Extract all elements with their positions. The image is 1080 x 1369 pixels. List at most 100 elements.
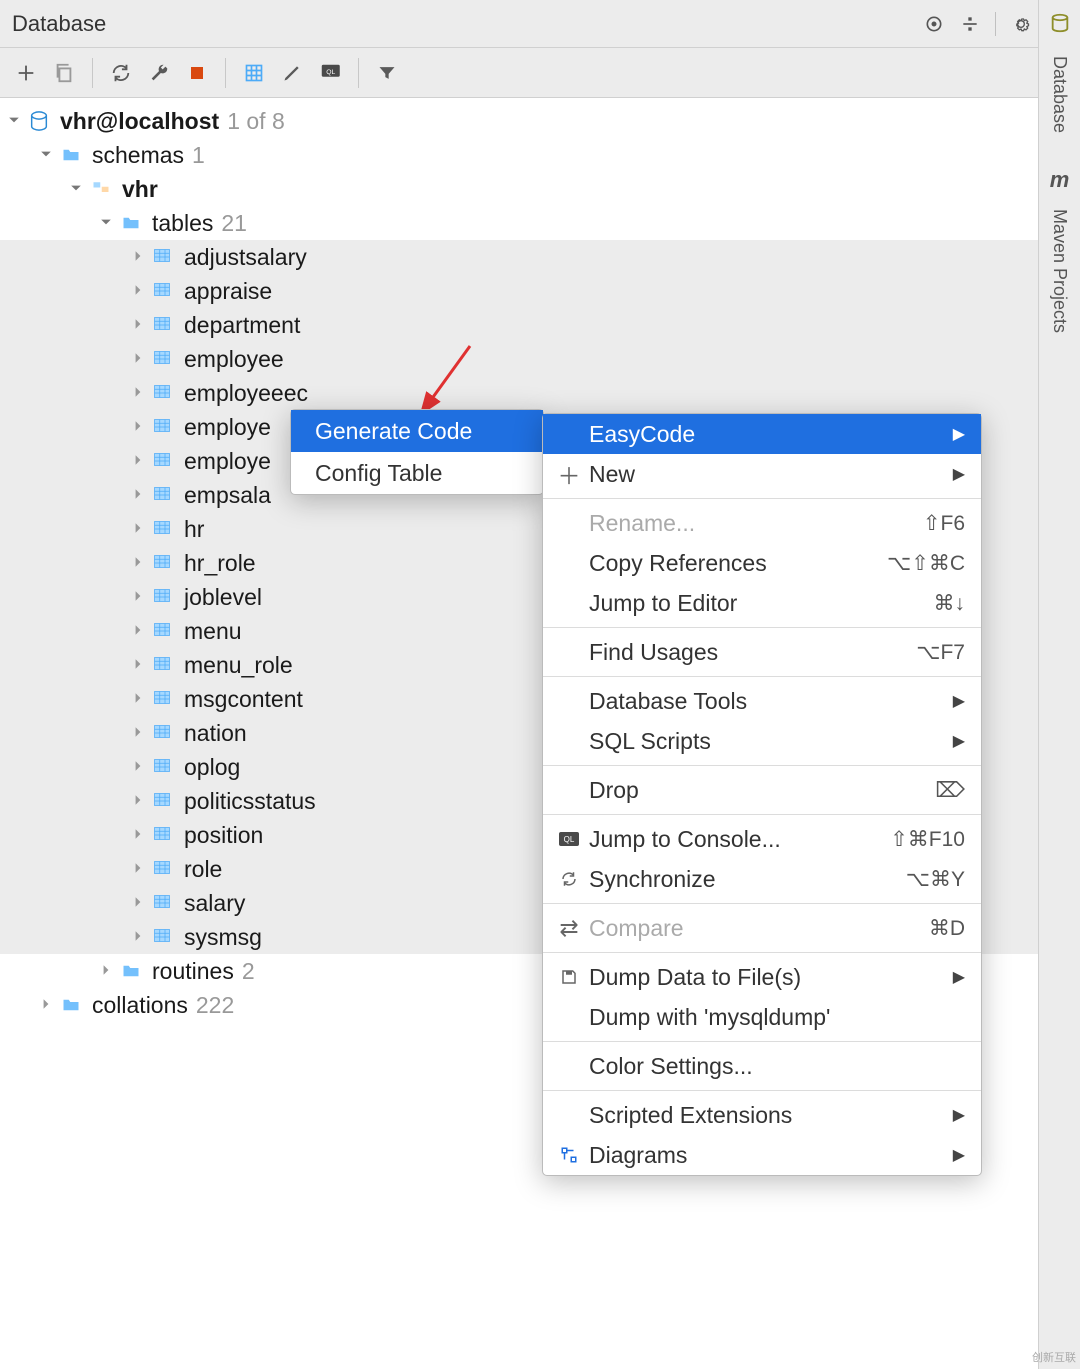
chevron-right-icon[interactable] xyxy=(132,352,146,366)
menu-config-table[interactable]: Config Table xyxy=(291,452,543,494)
sql-icon[interactable]: QL xyxy=(316,59,344,87)
table-icon xyxy=(152,451,176,471)
diagram-icon xyxy=(559,1146,579,1164)
chevron-down-icon[interactable] xyxy=(100,216,114,230)
stop-icon[interactable] xyxy=(183,59,211,87)
chevron-right-icon[interactable] xyxy=(132,284,146,298)
add-icon[interactable] xyxy=(12,59,40,87)
tab-database[interactable]: Database xyxy=(1047,50,1072,139)
chevron-right-icon[interactable] xyxy=(132,454,146,468)
menu-scripted-ext-label: Scripted Extensions xyxy=(589,1102,792,1129)
menu-jump-editor[interactable]: Jump to Editor⌘↓ xyxy=(543,583,981,623)
menu-jump-console[interactable]: QLJump to Console...⇧⌘F10 xyxy=(543,819,981,859)
menu-new[interactable]: ＋New▶ xyxy=(543,454,981,494)
menu-separator xyxy=(543,627,981,628)
table-row[interactable]: employee xyxy=(0,342,1080,376)
table-name: employe xyxy=(184,448,271,475)
tree-root[interactable]: vhr@localhost 1 of 8 xyxy=(0,104,1080,138)
wrench-icon[interactable] xyxy=(145,59,173,87)
table-icon xyxy=(152,859,176,879)
chevron-right-icon[interactable] xyxy=(132,488,146,502)
tree-tables[interactable]: tables 21 xyxy=(0,206,1080,240)
chevron-right-icon[interactable] xyxy=(132,624,146,638)
table-icon xyxy=(152,485,176,505)
chevron-right-icon[interactable] xyxy=(100,964,114,978)
edit-icon[interactable] xyxy=(278,59,306,87)
save-icon xyxy=(559,968,579,986)
folder-icon xyxy=(60,145,84,165)
menu-dump-data[interactable]: Dump Data to File(s)▶ xyxy=(543,957,981,997)
gear-icon[interactable] xyxy=(1010,13,1032,35)
chevron-down-icon[interactable] xyxy=(8,114,22,128)
menu-copy-references[interactable]: Copy References ⌥⇧⌘C xyxy=(543,543,981,583)
chevron-right-icon[interactable] xyxy=(132,386,146,400)
menu-copy-ref-label: Copy References xyxy=(589,550,767,577)
table-row[interactable]: department xyxy=(0,308,1080,342)
table-name: employe xyxy=(184,414,271,441)
chevron-right-icon[interactable] xyxy=(132,250,146,264)
chevron-right-icon[interactable] xyxy=(132,930,146,944)
table-row[interactable]: appraise xyxy=(0,274,1080,308)
menu-color-settings[interactable]: Color Settings... xyxy=(543,1046,981,1086)
menu-find-usages[interactable]: Find Usages⌥F7 xyxy=(543,632,981,672)
divide-icon[interactable] xyxy=(959,13,981,35)
chevron-right-icon[interactable] xyxy=(132,318,146,332)
chevron-right-icon[interactable] xyxy=(132,658,146,672)
copy-icon[interactable] xyxy=(50,59,78,87)
chevron-right-icon[interactable] xyxy=(132,760,146,774)
target-icon[interactable] xyxy=(923,13,945,35)
table-row[interactable]: adjustsalary xyxy=(0,240,1080,274)
chevron-right-icon: ▶ xyxy=(953,464,965,484)
menu-compare-label: Compare xyxy=(589,915,684,942)
db-tool-icon[interactable] xyxy=(1049,12,1071,40)
table-name: hr_role xyxy=(184,550,256,577)
chevron-right-icon: ▶ xyxy=(953,1145,965,1165)
table-name: employeeec xyxy=(184,380,308,407)
toolbar-divider-3 xyxy=(358,58,359,88)
menu-jump-console-label: Jump to Console... xyxy=(589,826,781,853)
maven-icon[interactable]: m xyxy=(1050,167,1070,193)
chevron-down-icon[interactable] xyxy=(70,182,84,196)
chevron-right-icon: ▶ xyxy=(953,691,965,711)
menu-db-tools[interactable]: Database Tools ▶ xyxy=(543,681,981,721)
chevron-right-icon[interactable] xyxy=(132,692,146,706)
menu-separator xyxy=(543,498,981,499)
tab-maven[interactable]: Maven Projects xyxy=(1047,203,1072,339)
menu-diagrams[interactable]: Diagrams▶ xyxy=(543,1135,981,1175)
menu-separator xyxy=(543,814,981,815)
menu-copy-ref-shortcut: ⌥⇧⌘C xyxy=(887,551,965,576)
menu-synchronize[interactable]: Synchronize⌥⌘Y xyxy=(543,859,981,899)
menu-dump-mysql[interactable]: Dump with 'mysqldump' xyxy=(543,997,981,1037)
chevron-right-icon[interactable] xyxy=(132,556,146,570)
chevron-right-icon[interactable] xyxy=(132,590,146,604)
grid-icon[interactable] xyxy=(240,59,268,87)
refresh-icon[interactable] xyxy=(107,59,135,87)
chevron-right-icon: ▶ xyxy=(953,731,965,751)
chevron-right-icon[interactable] xyxy=(132,726,146,740)
tree-schema-vhr[interactable]: vhr xyxy=(0,172,1080,206)
menu-sql-scripts[interactable]: SQL Scripts▶ xyxy=(543,721,981,761)
table-icon xyxy=(152,621,176,641)
table-name: hr xyxy=(184,516,204,543)
chevron-right-icon[interactable] xyxy=(132,522,146,536)
routines-count: 2 xyxy=(242,958,255,985)
menu-scripted-ext[interactable]: Scripted Extensions▶ xyxy=(543,1095,981,1135)
menu-dump-data-label: Dump Data to File(s) xyxy=(589,964,801,991)
chevron-right-icon[interactable] xyxy=(40,998,54,1012)
filter-icon[interactable] xyxy=(373,59,401,87)
chevron-down-icon[interactable] xyxy=(40,148,54,162)
menu-rename: Rename...⇧F6 xyxy=(543,503,981,543)
menu-db-tools-label: Database Tools xyxy=(589,688,747,715)
chevron-right-icon[interactable] xyxy=(132,420,146,434)
chevron-right-icon[interactable] xyxy=(132,794,146,808)
chevron-right-icon[interactable] xyxy=(132,862,146,876)
chevron-right-icon[interactable] xyxy=(132,896,146,910)
tree-schemas[interactable]: schemas 1 xyxy=(0,138,1080,172)
table-row[interactable]: employeeec xyxy=(0,376,1080,410)
menu-rename-shortcut: ⇧F6 xyxy=(923,511,965,536)
menu-easycode[interactable]: EasyCode▶ xyxy=(543,414,981,454)
menu-drop[interactable]: Drop⌦ xyxy=(543,770,981,810)
menu-jump-editor-shortcut: ⌘↓ xyxy=(934,591,966,616)
menu-generate-code[interactable]: Generate Code xyxy=(291,410,543,452)
chevron-right-icon[interactable] xyxy=(132,828,146,842)
